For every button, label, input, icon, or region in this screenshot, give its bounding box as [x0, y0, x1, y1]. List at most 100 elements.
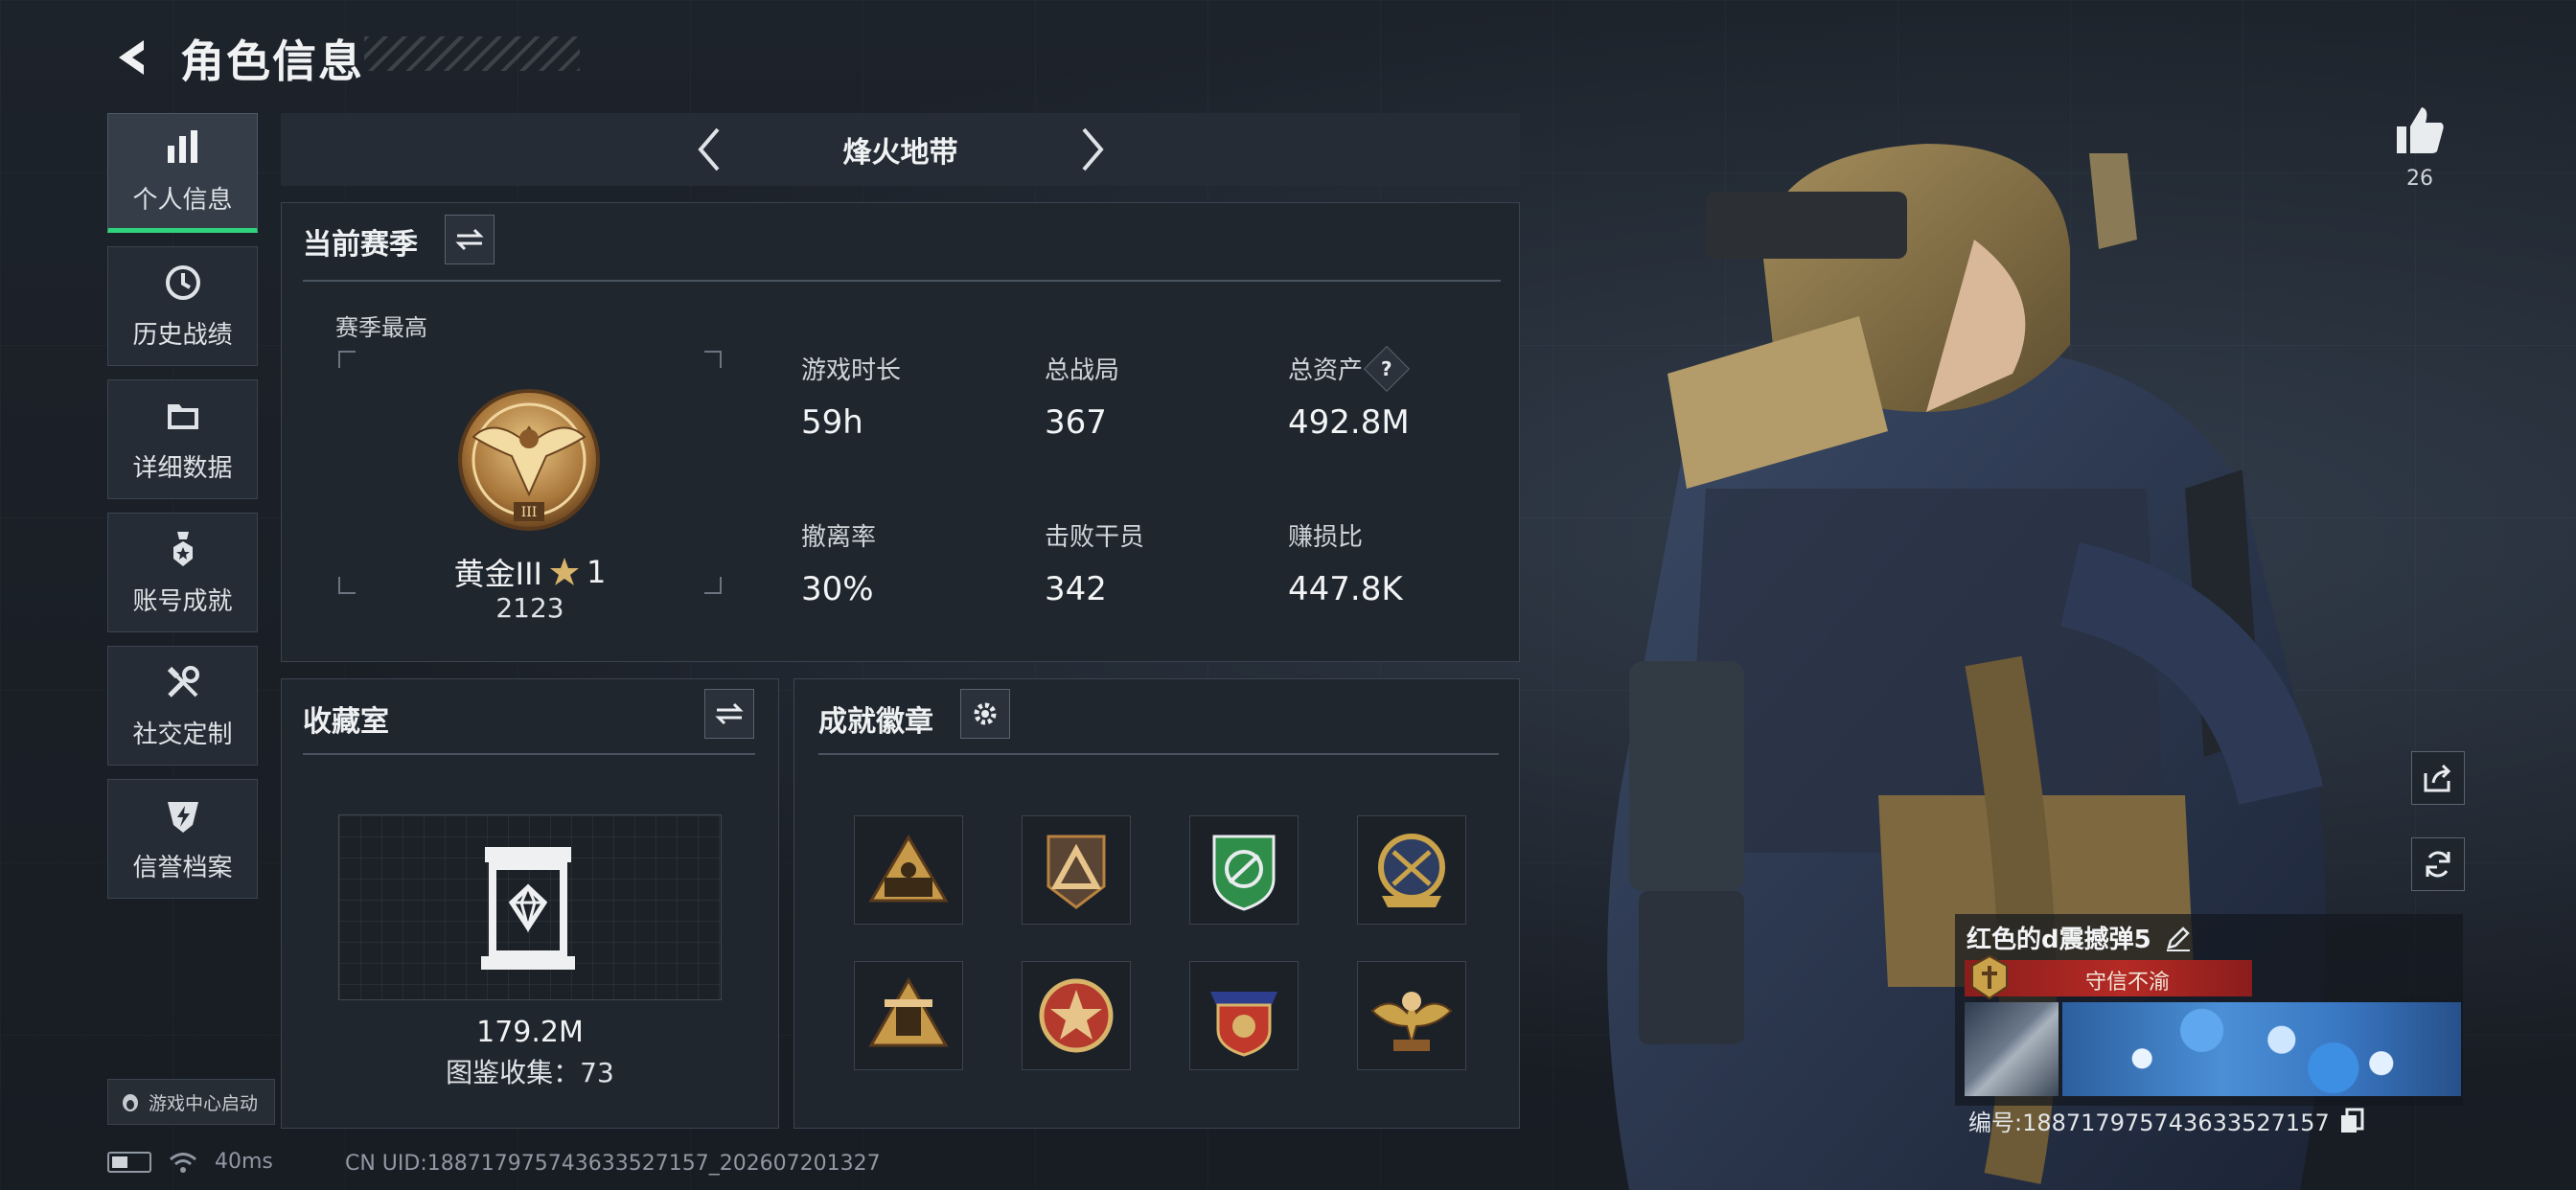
medal-star-icon [162, 528, 204, 570]
badge-slot-3[interactable] [1189, 815, 1299, 925]
red-star-badge-icon [1039, 978, 1114, 1053]
rank-points: 2123 [495, 592, 564, 624]
blue-gold-shield-badge-icon [1378, 834, 1445, 907]
stat-operators-defeated: 击败干员 342 [1045, 517, 1144, 608]
refresh-icon [2426, 851, 2450, 878]
star-icon [549, 558, 579, 585]
green-shield-badge-icon [1212, 835, 1276, 911]
stat-total-assets: 总资产 ? 492.8M [1288, 345, 1411, 442]
honor-title-bar: 守信不渝 [1965, 954, 2252, 1000]
collection-value: 179.2M [476, 1016, 584, 1049]
sidebar-item-label: 详细数据 [132, 454, 233, 483]
cn-uid-line: CN UID:188717975743633527157_20260720132… [345, 1152, 881, 1176]
game-center-launch-button[interactable]: 游戏中心启动 [107, 1079, 275, 1125]
divider [303, 753, 755, 755]
previous-mode-button[interactable] [680, 121, 738, 178]
sidebar-item-detailed-data[interactable]: 详细数据 [107, 379, 258, 499]
catalog-count: 图鉴收集：73 [446, 1057, 614, 1088]
swap-icon [715, 702, 744, 725]
sidebar-item-label: 社交定制 [132, 721, 233, 749]
sidebar-item-label: 信誉档案 [132, 854, 233, 882]
stat-value: 492.8M [1288, 403, 1410, 442]
like-button[interactable]: 26 [2386, 103, 2453, 191]
badge-slot-6[interactable] [1022, 961, 1131, 1070]
stat-label: 总战局 [1045, 356, 1120, 385]
stat-value: 447.8K [1288, 570, 1403, 608]
page-title: 角色信息 [180, 35, 364, 87]
back-button[interactable] [104, 29, 161, 86]
badges-panel-title: 成就徽章 [818, 705, 933, 739]
help-button[interactable]: ? [1363, 345, 1411, 392]
sidebar-item-label: 历史战绩 [132, 321, 233, 350]
honor-title: 守信不渝 [2084, 971, 2170, 995]
card-banner-image [2062, 1002, 2461, 1096]
svg-text:III: III [521, 505, 538, 520]
like-count: 26 [2406, 167, 2433, 191]
swap-icon [455, 228, 484, 251]
sidebar-item-label: 账号成就 [132, 587, 233, 616]
gold-rank-emblem-icon: III [458, 389, 600, 531]
wifi-icon [170, 1152, 196, 1173]
badge-slot-1[interactable] [854, 815, 963, 925]
operator-portrait [1965, 1002, 2058, 1096]
player-uid: 编号:1887179757436335271​57 [1968, 1104, 2364, 1137]
share-button[interactable] [2411, 751, 2465, 805]
stat-value: 59h [801, 403, 863, 442]
sidebar-item-label: 个人信息 [132, 186, 233, 215]
player-card[interactable]: 红色的d震撼弹5 守信不渝 [1955, 914, 2463, 1106]
divider [818, 753, 1499, 755]
badge-slot-7[interactable] [1189, 961, 1299, 1070]
sidebar-item-social-custom[interactable]: 社交定制 [107, 646, 258, 766]
game-center-label: 游戏中心启动 [149, 1092, 259, 1114]
badge-slot-2[interactable] [1022, 815, 1131, 925]
sidebar-item-credit[interactable]: 信誉档案 [107, 779, 258, 899]
stat-profit-loss-ratio: 赚损比 447.8K [1288, 517, 1403, 608]
stat-label: 击败干员 [1045, 523, 1145, 552]
stat-value: 342 [1045, 570, 1107, 608]
stat-value: 367 [1045, 403, 1107, 442]
gold-tower-badge-icon [868, 976, 949, 1047]
chevron-left-icon [697, 127, 720, 172]
badge-settings-button[interactable] [960, 689, 1010, 739]
stat-label: 总资产 [1288, 356, 1364, 385]
sidebar-item-achievements[interactable]: 账号成就 [107, 513, 258, 632]
stat-total-matches: 总战局 367 [1045, 351, 1119, 442]
stat-value: 30% [801, 570, 874, 608]
sidebar-item-personal-info[interactable]: 个人信息 [107, 113, 258, 233]
triangle-soldiers-badge-icon [868, 835, 949, 903]
edit-pencil-icon[interactable] [2165, 925, 2192, 951]
mode-selector: 烽火地带 [281, 113, 1520, 186]
sidebar: 个人信息 历史战绩 详细数据 账号成就 社交定制 信誉档案 [107, 113, 258, 912]
next-mode-button[interactable] [1064, 121, 1121, 178]
switch-season-button[interactable] [445, 215, 494, 264]
chevron-right-icon [1081, 127, 1104, 172]
collection-panel-title: 收藏室 [303, 705, 389, 739]
gear-icon [974, 702, 997, 725]
bar-chart-icon [162, 126, 204, 169]
thumbs-up-icon [2397, 107, 2444, 153]
badge-slot-4[interactable] [1357, 815, 1466, 925]
rank-name-text: 黄金III [453, 556, 542, 592]
copy-icon[interactable] [2339, 1108, 2364, 1134]
stat-play-time: 游戏时长 59h [801, 351, 901, 442]
rank-stars: 1 [586, 554, 607, 590]
divider [303, 280, 1501, 282]
player-name: 红色的d震撼弹5 [1966, 926, 2151, 954]
player-uid-text: 编号:1887179757436335271​57 [1968, 1110, 2330, 1136]
folder-icon [162, 395, 204, 437]
status-bar: 40ms [107, 1150, 273, 1174]
stat-extraction-rate: 撤离率 30% [801, 517, 876, 608]
share-icon [2424, 764, 2451, 792]
badge-slot-5[interactable] [854, 961, 963, 1070]
shield-lightning-icon [162, 794, 204, 836]
mode-name: 烽火地带 [842, 136, 958, 170]
refresh-button[interactable] [2411, 837, 2465, 891]
stat-label: 赚损比 [1288, 523, 1364, 552]
switch-collection-button[interactable] [704, 689, 754, 739]
sidebar-item-history[interactable]: 历史战绩 [107, 246, 258, 366]
stat-label: 游戏时长 [801, 356, 902, 385]
badge-slot-8[interactable] [1357, 961, 1466, 1070]
season-panel-title: 当前赛季 [303, 228, 418, 262]
red-blue-crest-badge-icon [1210, 992, 1277, 1057]
help-icon: ? [1381, 356, 1392, 380]
